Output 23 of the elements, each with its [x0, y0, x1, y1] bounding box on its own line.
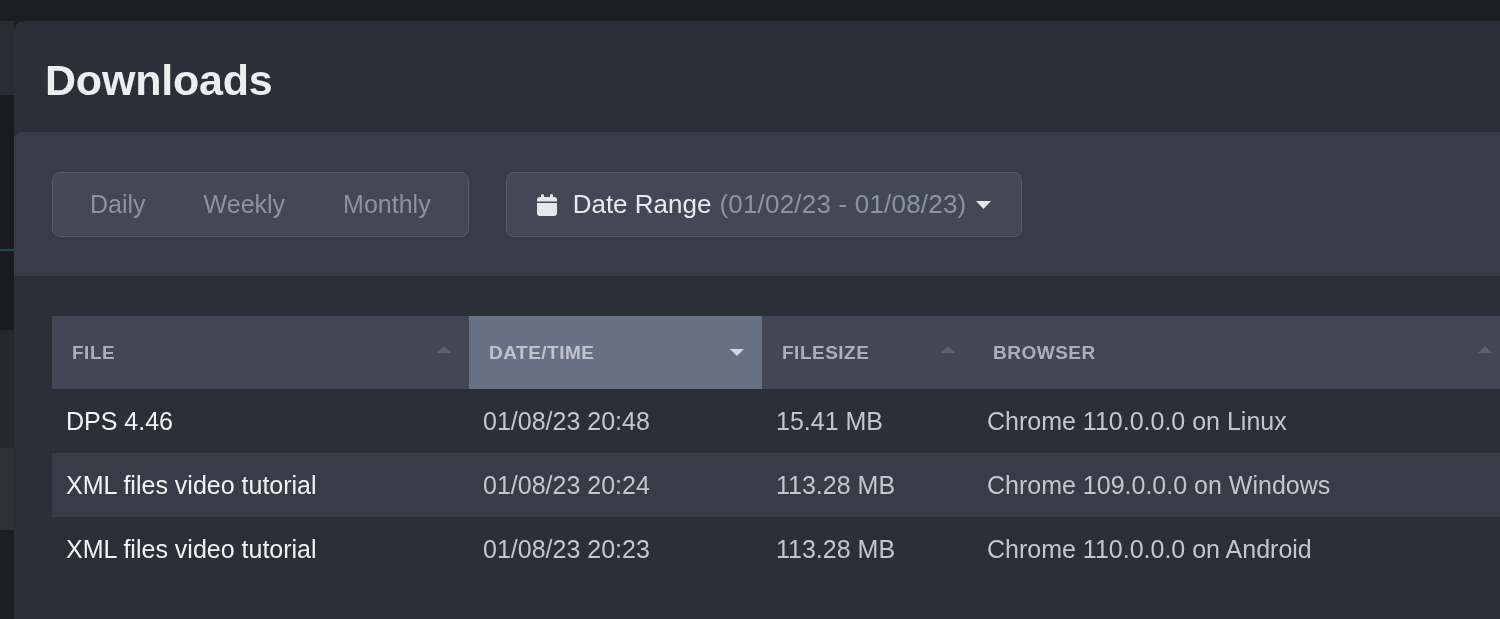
table-cell-text: Chrome 109.0.0.0 on Windows	[986, 469, 1332, 501]
table-cell-text: 113.28 MB	[775, 533, 897, 565]
caret-down-icon	[976, 200, 992, 209]
table-cell-text: XML files video tutorial	[65, 469, 318, 501]
period-tab[interactable]: Daily	[61, 173, 175, 236]
table-cell-text: Chrome 110.0.0.0 on Linux	[986, 405, 1288, 437]
table-cell-text: 113.28 MB	[775, 469, 897, 501]
table-cell-text: 15.41 MB	[775, 405, 884, 437]
calendar-icon	[536, 193, 557, 216]
column-header[interactable]: FILESIZE	[762, 316, 973, 389]
table-cell-text: DPS 4.46	[65, 405, 174, 437]
dialog-title: Downloads	[44, 55, 274, 106]
period-tab[interactable]: Monthly	[314, 173, 460, 236]
column-header[interactable]: BROWSER	[973, 316, 1500, 389]
table-cell-text: XML files video tutorial	[65, 533, 318, 565]
table-cell-text: 01/08/23 20:23	[482, 533, 651, 565]
date-range-button[interactable]: Date Range (01/02/23 - 01/08/23)	[505, 172, 1023, 237]
table-cell-text: Chrome 110.0.0.0 on Android	[986, 533, 1313, 565]
column-header[interactable]: DATE/TIME	[469, 316, 762, 389]
table-cell-text: 01/08/23 20:24	[482, 469, 651, 501]
column-header[interactable]: FILE	[52, 316, 469, 389]
period-tab[interactable]: Weekly	[174, 173, 315, 236]
table-cell-text: 01/08/23 20:48	[482, 405, 651, 437]
